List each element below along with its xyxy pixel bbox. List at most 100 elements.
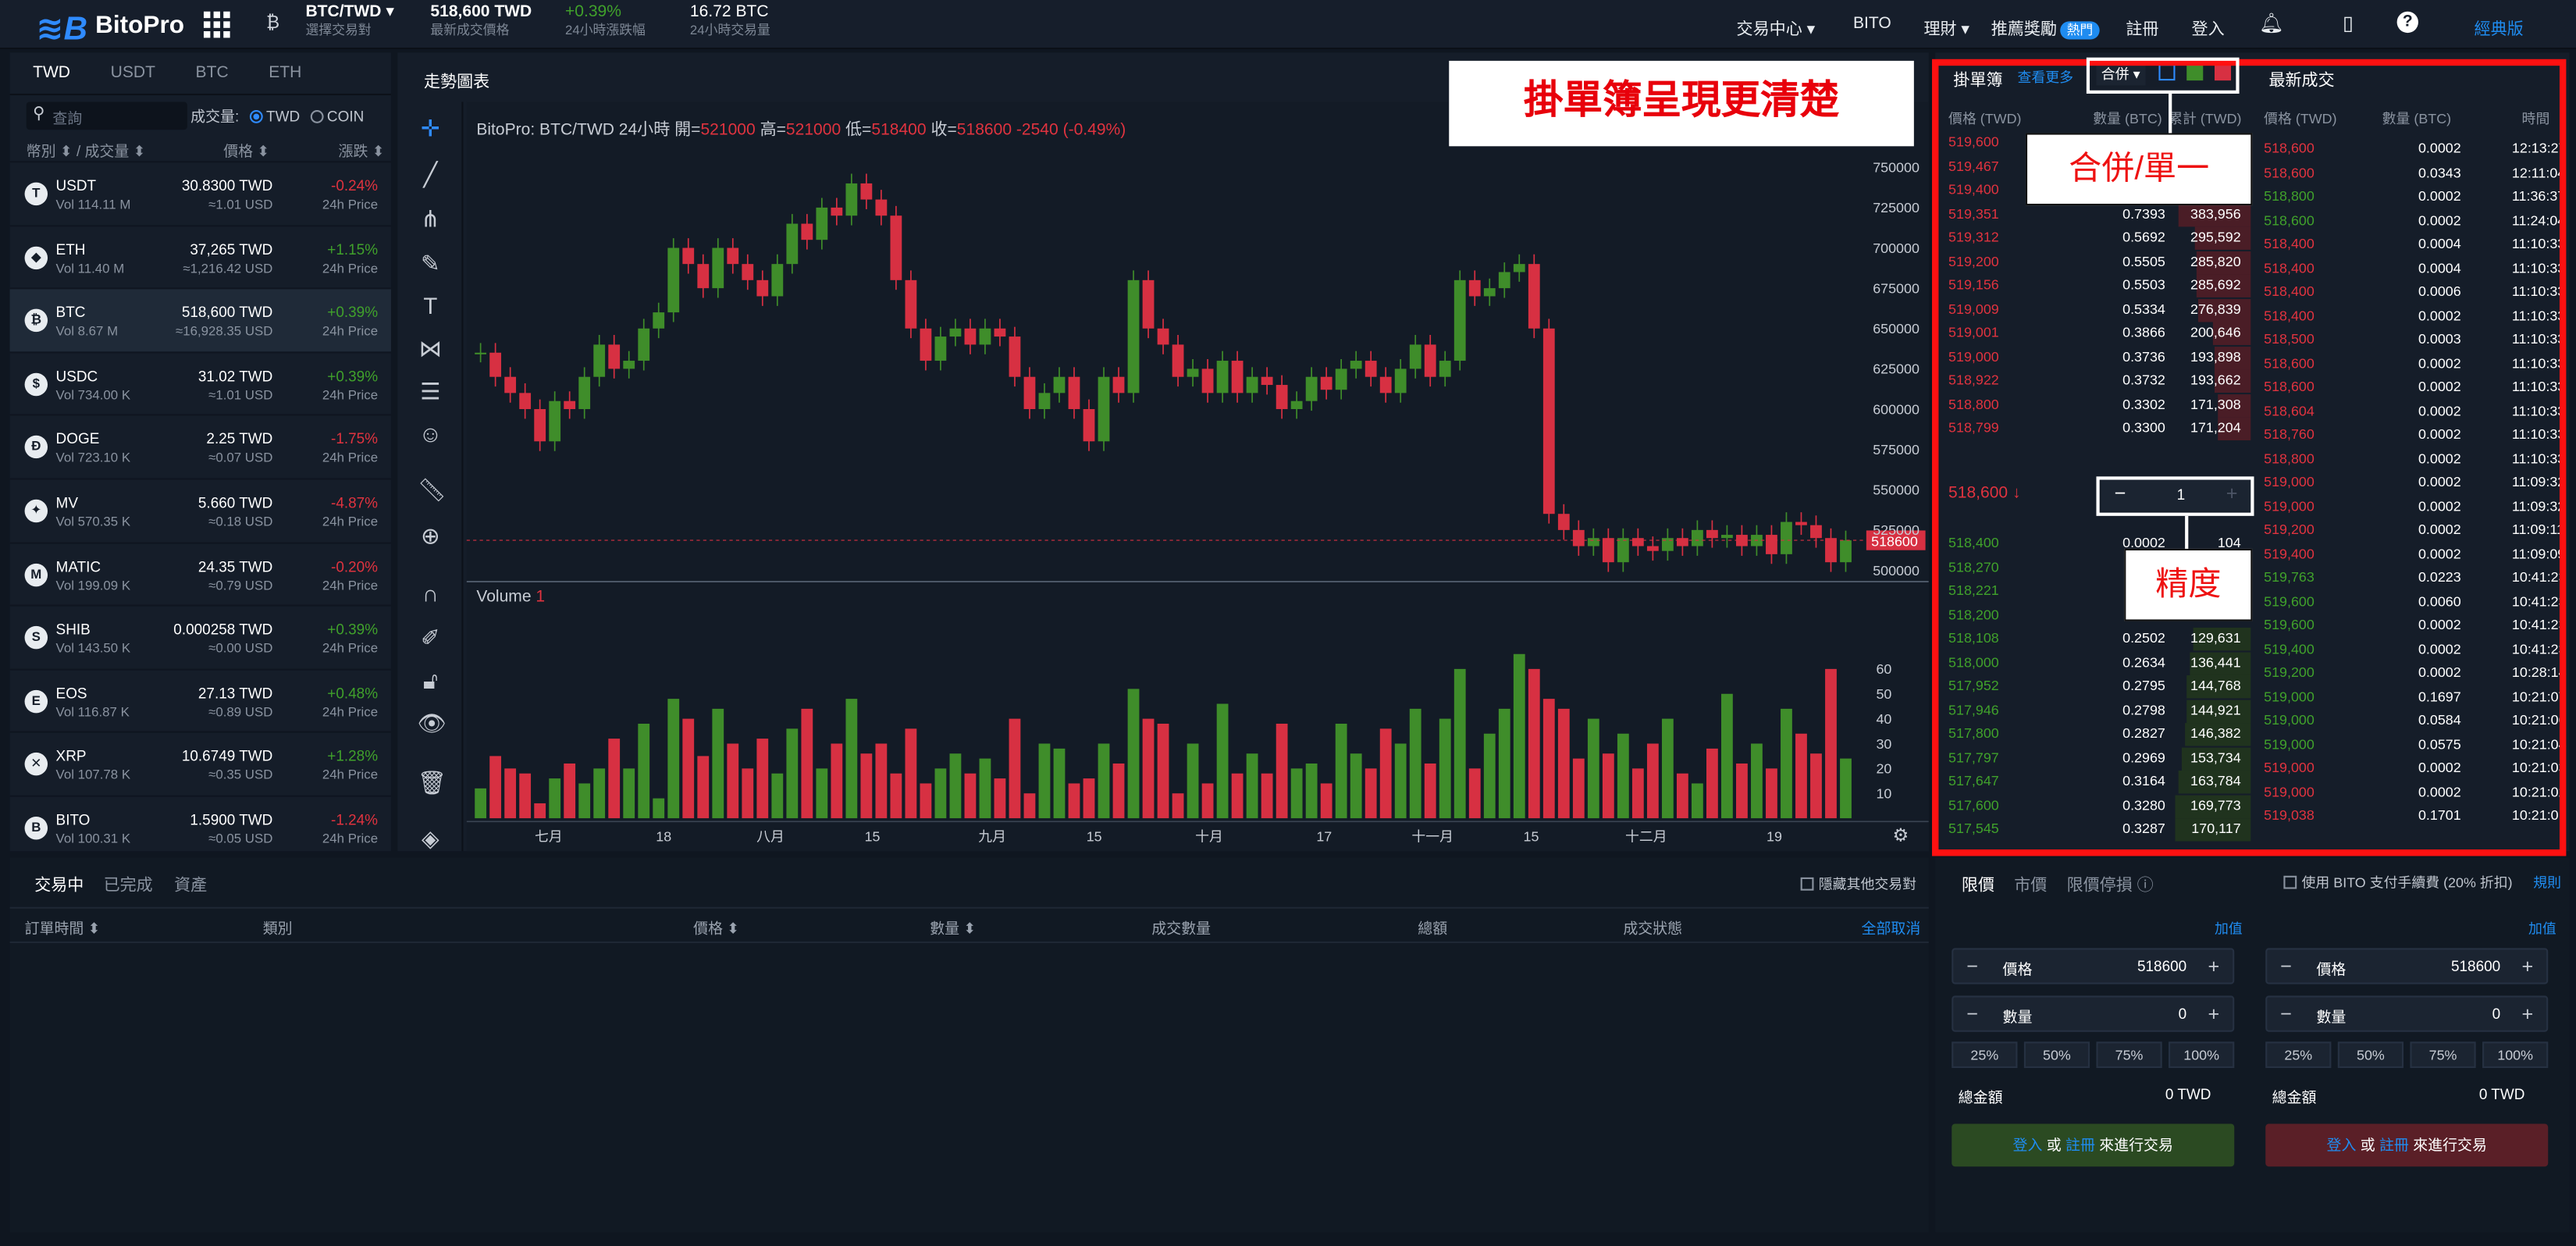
- shib-coin-icon: S: [24, 626, 48, 650]
- coin-row-eos[interactable]: E EOS Vol 116.87 K 27.13 TWD ≈0.89 USD +0.48%…: [9, 668, 391, 732]
- buy-login-link[interactable]: 登入: [2013, 1137, 2043, 1153]
- buy-pct-25[interactable]: 25%: [1952, 1041, 2018, 1068]
- buy-price-input[interactable]: − 價格 518600 +: [1952, 948, 2235, 984]
- tab-limit[interactable]: 限價: [1962, 870, 1994, 895]
- sell-login-button[interactable]: 登入 或 註冊 來進行交易: [2265, 1123, 2549, 1167]
- rules-link[interactable]: 規則: [2533, 873, 2561, 892]
- measure-icon[interactable]: ☰: [418, 378, 444, 404]
- chart-plot[interactable]: BitoPro: BTC/TWD 24小時 開=521000 高=521000 …: [466, 101, 1929, 852]
- cancel-all-button[interactable]: 全部取消: [1862, 917, 1921, 938]
- nav-referral[interactable]: 推薦獎勵 熱門: [1991, 15, 2100, 40]
- minus-icon[interactable]: −: [1966, 955, 1978, 977]
- coin-row-eth[interactable]: ◆ ETH Vol 11.40 M 37,265 TWD ≈1,216.42 USD +1…: [9, 224, 391, 287]
- minus-icon[interactable]: −: [1966, 1002, 1978, 1025]
- col-pair[interactable]: 幣別 ⬍ / 成交量 ⬍: [27, 140, 146, 161]
- col-order-amount[interactable]: 數量 ⬍: [930, 917, 976, 938]
- coin-row-mv[interactable]: ✦ MV Vol 570.35 K 5.660 TWD ≈0.18 USD -4.87% 2…: [9, 478, 391, 541]
- sell-price-input[interactable]: − 價格 518600 +: [2265, 948, 2549, 984]
- plus-icon[interactable]: +: [2522, 1002, 2534, 1025]
- col-order-time[interactable]: 訂單時間 ⬍: [25, 917, 101, 938]
- nav-bito[interactable]: BITO: [1853, 15, 1891, 33]
- buy-pct-50[interactable]: 50%: [2023, 1041, 2090, 1068]
- buy-register-link[interactable]: 註冊: [2065, 1137, 2095, 1153]
- apps-grid-icon[interactable]: [203, 11, 230, 38]
- coin-row-bito[interactable]: B BITO Vol 100.31 K 1.5900 TWD ≈0.05 USD -1.2…: [9, 795, 391, 858]
- buy-pct-75[interactable]: 75%: [2096, 1041, 2162, 1068]
- hide-other-pairs[interactable]: 隱藏其他交易對: [1800, 874, 1916, 894]
- sell-register-link[interactable]: 註冊: [2379, 1137, 2409, 1153]
- tab-usdt[interactable]: USDT: [87, 52, 169, 82]
- coin-row-matic[interactable]: M MATIC Vol 199.09 K 24.35 TWD ≈0.79 USD -0.2…: [9, 541, 391, 605]
- plus-icon[interactable]: +: [2522, 955, 2534, 977]
- nav-register[interactable]: 註冊: [2126, 15, 2158, 39]
- search-input[interactable]: ⚲ 查詢: [26, 101, 187, 130]
- volume-bar: [1053, 748, 1066, 819]
- sell-pct-50[interactable]: 50%: [2337, 1041, 2404, 1068]
- classic-mode-link[interactable]: 經典版: [2475, 15, 2524, 39]
- coin-volume: Vol 100.31 K: [55, 831, 131, 846]
- pair-selector[interactable]: BTC/TWD ▾ 選擇交易對: [305, 3, 393, 39]
- tab-assets[interactable]: 資產: [174, 870, 207, 895]
- candle-body: [1157, 328, 1169, 345]
- col-order-price[interactable]: 價格 ⬍: [693, 917, 739, 938]
- logo[interactable]: ≋B BitoPro: [36, 6, 200, 48]
- tab-eth[interactable]: ETH: [246, 52, 315, 82]
- radio-twd[interactable]: [249, 110, 263, 123]
- layers-icon[interactable]: ◈: [418, 825, 444, 852]
- pattern-icon[interactable]: ⋈: [418, 335, 444, 361]
- plus-icon[interactable]: +: [2208, 955, 2220, 977]
- settings-gear-icon[interactable]: ⚙: [1892, 825, 1909, 846]
- trend-line-icon[interactable]: ╱: [418, 161, 444, 187]
- nav-finance[interactable]: 理財 ▾: [1923, 15, 1969, 39]
- bell-icon[interactable]: 🔔︎: [2259, 12, 2284, 34]
- brush-icon[interactable]: ✎: [418, 250, 444, 276]
- coin-row-doge[interactable]: Ð DOGE Vol 723.10 K 2.25 TWD ≈0.07 USD -1.75%…: [9, 415, 391, 478]
- buy-deposit-link[interactable]: 加值: [2215, 918, 2243, 938]
- col-price[interactable]: 價格 ⬍: [223, 140, 269, 161]
- tab-market[interactable]: 市價: [2014, 870, 2047, 895]
- coin-row-xrp[interactable]: ✕ XRP Vol 107.78 K 10.6749 TWD ≈0.35 USD +1.2…: [9, 732, 391, 795]
- buy-pct-100[interactable]: 100%: [2169, 1041, 2235, 1068]
- coin-row-shib[interactable]: S SHIB Vol 143.50 K 0.000258 TWD ≈0.00 USD +0…: [9, 604, 391, 668]
- volume-bar: [1231, 773, 1244, 819]
- nav-trading-center[interactable]: 交易中心 ▾: [1737, 15, 1816, 39]
- plus-icon[interactable]: +: [2208, 1002, 2220, 1025]
- mobile-icon[interactable]: ▯: [2343, 12, 2354, 34]
- lock-draw-icon[interactable]: ✐: [418, 625, 444, 651]
- tab-completed[interactable]: 已完成: [104, 870, 153, 895]
- emoji-icon[interactable]: ☺: [418, 421, 444, 447]
- tab-open-orders[interactable]: 交易中: [34, 870, 84, 895]
- sell-deposit-link[interactable]: 加值: [2528, 918, 2556, 938]
- sell-qty-input[interactable]: − 數量 0 +: [2265, 995, 2549, 1032]
- pitchfork-icon[interactable]: ⋔: [418, 205, 444, 232]
- bito-fee-option[interactable]: 使用 BITO 支付手續費 (20% 折扣): [2283, 873, 2513, 892]
- sell-pct-100[interactable]: 100%: [2482, 1041, 2549, 1068]
- buy-login-button[interactable]: 登入 或 註冊 來進行交易: [1952, 1123, 2235, 1167]
- zoom-in-icon[interactable]: ⊕: [418, 522, 444, 549]
- radio-coin[interactable]: [310, 110, 324, 123]
- sell-pct-25[interactable]: 25%: [2265, 1041, 2332, 1068]
- coin-row-usdt[interactable]: T USDT Vol 114.11 M 30.8300 TWD ≈1.01 USD -0.…: [9, 161, 391, 224]
- minus-icon[interactable]: −: [2280, 955, 2292, 977]
- coin-row-btc[interactable]: ₿ BTC Vol 8.67 M 518,600 TWD ≈16,928.35 USD +…: [9, 287, 391, 351]
- tab-twd[interactable]: TWD: [10, 52, 84, 82]
- trash-icon[interactable]: 🗑︎: [418, 769, 447, 796]
- lock-icon[interactable]: 🔓︎: [418, 667, 444, 693]
- ruler-icon[interactable]: 📏︎: [418, 476, 447, 503]
- col-change[interactable]: 漲跌 ⬍: [339, 140, 385, 161]
- crosshair-icon[interactable]: ✛: [418, 115, 444, 141]
- volume-bar: [1112, 763, 1125, 819]
- coin-row-usdc[interactable]: $ USDC Vol 734.00 K 31.02 TWD ≈1.01 USD +0.39…: [9, 351, 391, 415]
- help-icon[interactable]: ?: [2396, 11, 2418, 34]
- magnet-icon[interactable]: ∩: [418, 580, 444, 607]
- sell-pct-75[interactable]: 75%: [2410, 1041, 2476, 1068]
- minus-icon[interactable]: −: [2280, 1002, 2292, 1025]
- eye-icon[interactable]: 👁︎: [418, 710, 447, 736]
- sell-login-link[interactable]: 登入: [2327, 1137, 2357, 1153]
- tab-stop-limit[interactable]: 限價停損 ⓘ: [2067, 870, 2154, 895]
- tab-btc[interactable]: BTC: [173, 52, 241, 82]
- text-tool-icon[interactable]: T: [418, 293, 444, 319]
- nav-login[interactable]: 登入: [2192, 15, 2225, 39]
- volume-tick-label: 50: [1876, 686, 1891, 702]
- buy-qty-input[interactable]: − 數量 0 +: [1952, 995, 2235, 1032]
